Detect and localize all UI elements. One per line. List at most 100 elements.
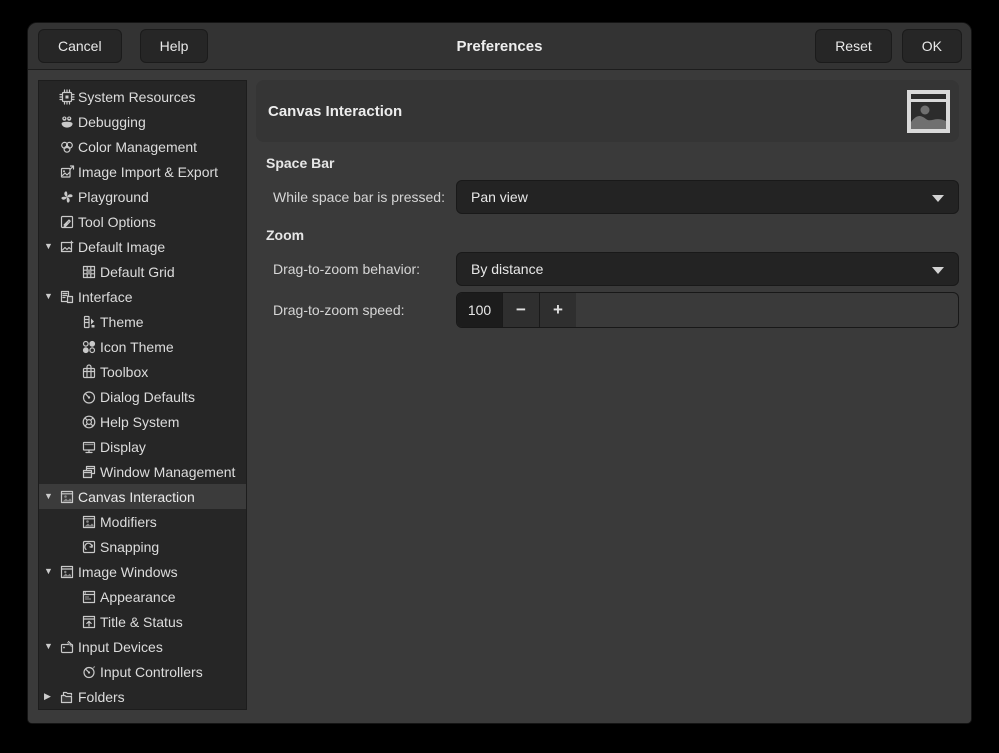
- image-windows-icon: [59, 564, 75, 580]
- decrement-button[interactable]: −: [502, 293, 539, 327]
- modifiers-icon: [81, 514, 97, 530]
- sidebar-item-label: System Resources: [78, 89, 195, 105]
- titlebar-left-buttons: Cancel Help: [38, 29, 208, 63]
- sidebar-item-debugging[interactable]: Debugging: [39, 109, 246, 134]
- sidebar-item-window-management[interactable]: Window Management: [39, 459, 246, 484]
- folders-icon: [59, 689, 75, 705]
- canvas-interaction-icon: [59, 489, 75, 505]
- tool-options-icon: [59, 214, 75, 230]
- sidebar-item-label: Canvas Interaction: [78, 489, 195, 505]
- system-resources-icon: [59, 89, 75, 105]
- sidebar-item-display[interactable]: Display: [39, 434, 246, 459]
- sidebar-item-playground[interactable]: Playground: [39, 184, 246, 209]
- collapse-arrow-icon[interactable]: ▼: [43, 642, 59, 651]
- sidebar-item-label: Default Image: [78, 239, 165, 255]
- dialog-content: System Resources Debugging Color Managemen…: [28, 71, 971, 723]
- sidebar-item-label: Interface: [78, 289, 132, 305]
- sidebar-item-appearance[interactable]: Appearance: [39, 584, 246, 609]
- sidebar-item-input-controllers[interactable]: Input Controllers: [39, 659, 246, 684]
- sidebar-item-image-import-export[interactable]: Image Import & Export: [39, 159, 246, 184]
- preferences-dialog: Cancel Help Preferences Reset OK System …: [28, 23, 971, 723]
- titlebar: Cancel Help Preferences Reset OK: [28, 23, 971, 70]
- setting-label: While space bar is pressed:: [273, 189, 456, 205]
- sidebar-item-label: Toolbox: [100, 364, 148, 380]
- sidebar-item-label: Image Import & Export: [78, 164, 218, 180]
- sidebar-item-snapping[interactable]: Snapping: [39, 534, 246, 559]
- collapse-arrow-icon[interactable]: ▼: [43, 492, 59, 501]
- sidebar-item-label: Title & Status: [100, 614, 183, 630]
- sidebar-item-interface[interactable]: ▼ Interface: [39, 284, 246, 309]
- icon-theme-icon: [81, 339, 97, 355]
- input-devices-icon: [59, 639, 75, 655]
- sidebar-item-default-grid[interactable]: Default Grid: [39, 259, 246, 284]
- sidebar-item-dialog-defaults[interactable]: Dialog Defaults: [39, 384, 246, 409]
- window-management-icon: [81, 464, 97, 480]
- sidebar-item-label: Dialog Defaults: [100, 389, 195, 405]
- sidebar-item-system-resources[interactable]: System Resources: [39, 84, 246, 109]
- increment-button[interactable]: +: [539, 293, 576, 327]
- sidebar-item-label: Input Devices: [78, 639, 163, 655]
- title-status-icon: [81, 614, 97, 630]
- while-space-bar-is-pressed-dropdown[interactable]: Pan view: [456, 180, 959, 214]
- sidebar-item-tool-options[interactable]: Tool Options: [39, 209, 246, 234]
- preferences-page: Canvas Interaction Space Bar While space …: [256, 80, 959, 334]
- setting-label: Drag-to-zoom behavior:: [273, 261, 456, 277]
- window-title: Preferences: [457, 23, 543, 70]
- dropdown-arrow-icon: [932, 195, 944, 202]
- default-grid-icon: [81, 264, 97, 280]
- preferences-category-tree: System Resources Debugging Color Managemen…: [38, 80, 247, 710]
- collapse-arrow-icon[interactable]: ▼: [43, 292, 59, 301]
- sidebar-item-label: Help System: [100, 414, 179, 430]
- expand-arrow-icon[interactable]: ▶: [43, 692, 59, 701]
- sidebar-item-label: Icon Theme: [100, 339, 174, 355]
- setting-label: Drag-to-zoom speed:: [273, 302, 456, 318]
- sidebar-item-label: Default Grid: [100, 264, 175, 280]
- sidebar-item-input-devices[interactable]: ▼ Input Devices: [39, 634, 246, 659]
- snapping-icon: [81, 539, 97, 555]
- reset-button[interactable]: Reset: [815, 29, 892, 63]
- sidebar-item-image-windows[interactable]: ▼ Image Windows: [39, 559, 246, 584]
- ok-button[interactable]: OK: [902, 29, 962, 63]
- page-title: Canvas Interaction: [268, 103, 402, 120]
- spinner-value-field[interactable]: 100: [457, 293, 502, 327]
- sidebar-item-default-image[interactable]: ▼ Default Image: [39, 234, 246, 259]
- collapse-arrow-icon[interactable]: ▼: [43, 567, 59, 576]
- playground-icon: [59, 189, 75, 205]
- image-import-export-icon: [59, 164, 75, 180]
- sidebar-item-color-management[interactable]: Color Management: [39, 134, 246, 159]
- debugging-icon: [59, 114, 75, 130]
- dropdown-selected-value: By distance: [471, 261, 543, 277]
- sidebar-item-modifiers[interactable]: Modifiers: [39, 509, 246, 534]
- sidebar-item-title-status[interactable]: Title & Status: [39, 609, 246, 634]
- sidebar-item-label: Modifiers: [100, 514, 157, 530]
- section-heading-space-bar: Space Bar: [266, 155, 959, 171]
- cancel-button[interactable]: Cancel: [38, 29, 122, 63]
- page-sections: Space Bar While space bar is pressed: Pan …: [256, 155, 959, 328]
- sidebar-item-label: Debugging: [78, 114, 146, 130]
- dropdown-selected-value: Pan view: [471, 189, 528, 205]
- drag-to-zoom-behavior-dropdown[interactable]: By distance: [456, 252, 959, 286]
- input-controllers-icon: [81, 664, 97, 680]
- drag-to-zoom-speed-spinner: 100−+: [456, 292, 959, 328]
- sidebar-item-label: Snapping: [100, 539, 159, 555]
- setting-row-drag-to-zoom-behavior: Drag-to-zoom behavior: By distance: [273, 252, 959, 286]
- sidebar-item-icon-theme[interactable]: Icon Theme: [39, 334, 246, 359]
- display-icon: [81, 439, 97, 455]
- sidebar-item-theme[interactable]: Theme: [39, 309, 246, 334]
- collapse-arrow-icon[interactable]: ▼: [43, 242, 59, 251]
- section-heading-zoom: Zoom: [266, 227, 959, 243]
- titlebar-right-buttons: Reset OK: [815, 29, 962, 63]
- sidebar-item-label: Playground: [78, 189, 149, 205]
- sidebar-item-toolbox[interactable]: Toolbox: [39, 359, 246, 384]
- sidebar-item-folders[interactable]: ▶ Folders: [39, 684, 246, 709]
- dialog-defaults-icon: [81, 389, 97, 405]
- sidebar-item-label: Display: [100, 439, 146, 455]
- help-button[interactable]: Help: [140, 29, 209, 63]
- sidebar-item-label: Color Management: [78, 139, 197, 155]
- sidebar-item-label: Folders: [78, 689, 125, 705]
- sidebar-item-canvas-interaction[interactable]: ▼ Canvas Interaction: [39, 484, 246, 509]
- color-management-icon: [59, 139, 75, 155]
- page-header: Canvas Interaction: [256, 80, 959, 142]
- sidebar-item-label: Image Windows: [78, 564, 178, 580]
- sidebar-item-help-system[interactable]: Help System: [39, 409, 246, 434]
